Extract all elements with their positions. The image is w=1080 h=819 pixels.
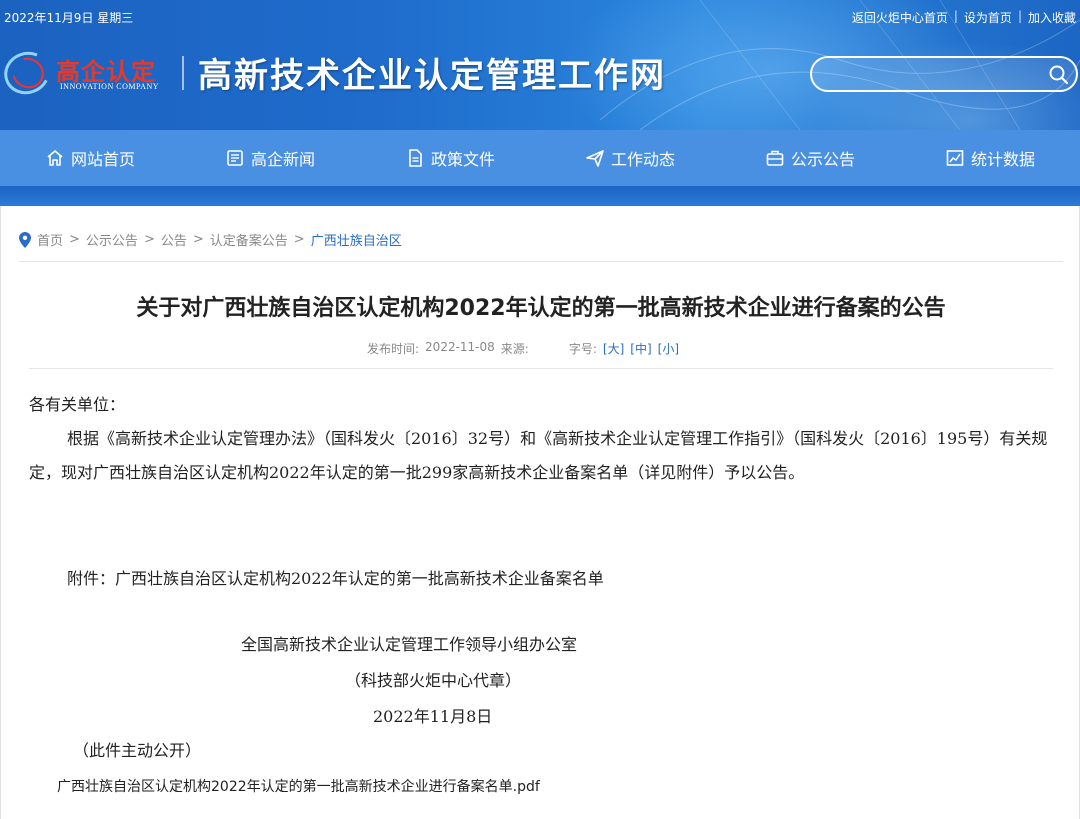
nav-label: 政策文件 [430,150,495,169]
search-input[interactable] [826,64,1036,84]
document-icon [409,149,422,167]
link-add-favorite[interactable]: 加入收藏 [1028,9,1076,26]
nav-item-announcements[interactable]: 公示公告 [720,130,900,186]
font-size-small[interactable]: [小] [658,340,679,357]
nav-item-work-updates[interactable]: 工作动态 [540,130,720,186]
article-title: 关于对广西壮族自治区认定机构2022年认定的第一批高新技术企业进行备案的公告 [136,296,946,321]
breadcrumb-announcements[interactable]: 公示公告 [86,230,138,249]
signature-date: 2022年11月8日 [373,707,493,726]
link-torch-home[interactable]: 返回火炬中心首页 [852,9,948,26]
breadcrumb-notice[interactable]: 公告 [161,230,187,249]
news-icon [227,150,243,166]
breadcrumb-separator: > [69,232,80,247]
article-meta: 发布时间: 2022-11-08 来源: 字号: [大] [中] [小] [367,340,679,357]
nav-item-news[interactable]: 高企新闻 [180,130,360,186]
attachment-pdf-link[interactable]: 广西壮族自治区认定机构2022年认定的第一批高新技术企业进行备案名单.pdf [57,776,540,796]
briefcase-icon [766,150,784,166]
source-label: 来源: [500,342,529,356]
top-links: 返回火炬中心首页 | 设为首页 | 加入收藏 [852,9,1076,26]
site-header: 2022年11月9日 星期三 返回火炬中心首页 | 设为首页 | 加入收藏 高企… [0,0,1080,130]
breadcrumb-current[interactable]: 广西壮族自治区 [311,230,402,249]
send-icon [586,150,604,167]
nav-label: 工作动态 [610,150,675,169]
nav-bottom-band [0,186,1080,206]
breadcrumb-separator: > [143,232,155,247]
site-title: 高新技术企业认定管理工作网 [198,56,666,96]
breadcrumb: 首页 > 公示公告 > 公告 > 认定备案公告 > 广西壮族自治区 [19,230,402,249]
font-size-label: 字号: [568,342,597,356]
public-note: （此件主动公开） [73,741,202,760]
nav-label: 网站首页 [70,150,135,169]
main-paragraph: 根据《高新技术企业认定管理办法》（国科发火〔2016〕32号）和《高新技术企业认… [29,429,1048,482]
divider [29,368,1053,369]
font-size-medium[interactable]: [中] [630,340,651,357]
breadcrumb-filing-notice[interactable]: 认定备案公告 [210,230,288,249]
font-size-large[interactable]: [大] [603,340,624,357]
logo-divider [182,56,184,90]
search-box [810,56,1078,92]
home-icon [47,150,63,166]
signature-org: 全国高新技术企业认定管理工作领导小组办公室 [241,635,578,654]
site-logo[interactable]: 高企认定 INNOVATION COMPANY [0,45,184,101]
location-pin-icon [19,231,31,248]
logo-subtitle: INNOVATION COMPANY [60,82,160,91]
breadcrumb-separator: > [192,232,204,247]
breadcrumb-separator: > [293,232,305,247]
breadcrumb-home[interactable]: 首页 [37,230,63,249]
search-icon[interactable] [1048,64,1070,86]
greeting: 各有关单位： [29,395,126,414]
separator: | [953,9,958,23]
main-nav: 网站首页 高企新闻 政策文件 工作动态 公示公告 统计数据 [0,130,1080,186]
separator: | [1017,9,1022,23]
nav-item-statistics[interactable]: 统计数据 [900,130,1080,186]
nav-label: 公示公告 [790,150,855,169]
nav-label: 高企新闻 [250,150,315,169]
current-date: 2022年11月9日 星期三 [4,11,134,25]
link-set-homepage[interactable]: 设为首页 [964,9,1012,26]
nav-label: 统计数据 [970,150,1035,169]
article-container: 首页 > 公示公告 > 公告 > 认定备案公告 > 广西壮族自治区 关于对广西壮… [0,206,1080,819]
nav-item-policy[interactable]: 政策文件 [360,130,540,186]
chart-icon [946,150,964,166]
publish-date: 2022-11-08 [425,340,495,354]
divider [19,261,1063,262]
nav-item-home[interactable]: 网站首页 [0,130,180,186]
attachment-text: 附件：广西壮族自治区认定机构2022年认定的第一批高新技术企业备案名单 [67,569,604,588]
publish-date-label: 发布时间: [367,342,420,356]
signature-note: （科技部火炬中心代章） [345,671,522,690]
